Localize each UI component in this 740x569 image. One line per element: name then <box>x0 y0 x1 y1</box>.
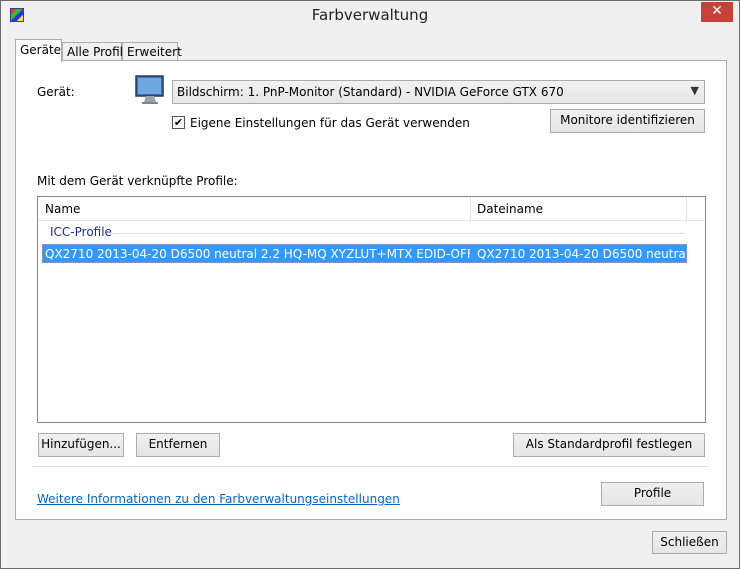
row-filename: QX2710 2013-04-20 D6500 neutral 2.... <box>477 247 685 261</box>
set-default-profile-button[interactable]: Als Standardprofil festlegen <box>513 433 705 457</box>
column-name[interactable]: Name <box>45 202 80 216</box>
device-label: Gerät: <box>37 85 75 99</box>
title-bar[interactable]: Farbverwaltung ✕ <box>1 1 739 31</box>
use-own-settings-checkbox[interactable]: ✔ <box>172 116 185 129</box>
group-divider <box>112 233 685 234</box>
profiles-list[interactable]: Name Dateiname ICC-Profile QX2710 2013-0… <box>37 196 706 423</box>
remove-button[interactable]: Entfernen <box>136 433 220 457</box>
table-row[interactable]: QX2710 2013-04-20 D6500 neutral 2.2 HQ-M… <box>42 244 687 263</box>
separator <box>32 466 707 467</box>
farbverwaltung-window: Farbverwaltung ✕ Geräte Alle Profile Erw… <box>0 0 740 569</box>
list-header: Name Dateiname <box>38 197 705 221</box>
device-select[interactable]: Bildschirm: 1. PnP-Monitor (Standard) - … <box>172 80 705 104</box>
column-separator[interactable] <box>470 197 471 221</box>
monitor-icon <box>135 75 164 104</box>
profiles-button[interactable]: Profile <box>601 482 704 506</box>
column-filename[interactable]: Dateiname <box>477 202 543 216</box>
close-icon[interactable]: ✕ <box>701 2 733 22</box>
tab-erweitert[interactable]: Erweitert <box>122 42 182 61</box>
tab-panel-geraete: Gerät: Bildschirm: 1. PnP-Monitor (Stand… <box>15 60 727 520</box>
chevron-down-icon[interactable]: ▼ <box>691 84 699 97</box>
tab-alle-profile[interactable]: Alle Profile <box>62 42 130 61</box>
profiles-section-label: Mit dem Gerät verknüpfte Profile: <box>37 174 238 188</box>
window-title: Farbverwaltung <box>311 6 429 24</box>
use-own-settings-label[interactable]: Eigene Einstellungen für das Gerät verwe… <box>190 116 470 130</box>
row-name: QX2710 2013-04-20 D6500 neutral 2.2 HQ-M… <box>45 247 470 261</box>
more-info-link[interactable]: Weitere Informationen zu den Farbverwalt… <box>37 492 400 506</box>
tab-geraete[interactable]: Geräte <box>15 39 62 62</box>
close-button[interactable]: Schließen <box>652 531 727 554</box>
checkmark-icon: ✔ <box>173 116 184 129</box>
group-header: ICC-Profile <box>50 225 112 239</box>
column-separator[interactable] <box>686 197 687 221</box>
device-select-value: Bildschirm: 1. PnP-Monitor (Standard) - … <box>177 85 564 99</box>
identify-monitors-button[interactable]: Monitore identifizieren <box>550 109 705 133</box>
add-button[interactable]: Hinzufügen... <box>38 433 124 457</box>
